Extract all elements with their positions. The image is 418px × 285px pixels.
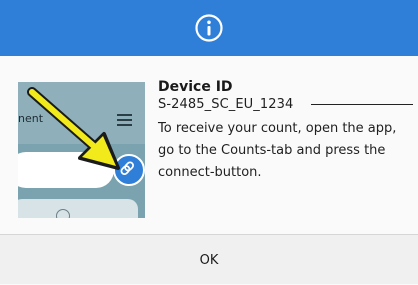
dialog-description: To receive your count, open the app, go … [158, 121, 397, 180]
app-preview-image: nent [18, 82, 145, 218]
dialog-body: nent Device ID S-2485_SC_EU_1234 To rece… [0, 56, 418, 234]
dialog-header [0, 0, 418, 56]
device-id-value: S-2485_SC_EU_1234 [158, 97, 294, 112]
ok-button[interactable]: OK [0, 235, 418, 285]
leader-line [311, 104, 413, 105]
dialog-title: Device ID [158, 79, 233, 95]
info-icon [195, 14, 223, 42]
dialog-footer: OK [0, 234, 418, 284]
arrow-icon [27, 87, 120, 170]
